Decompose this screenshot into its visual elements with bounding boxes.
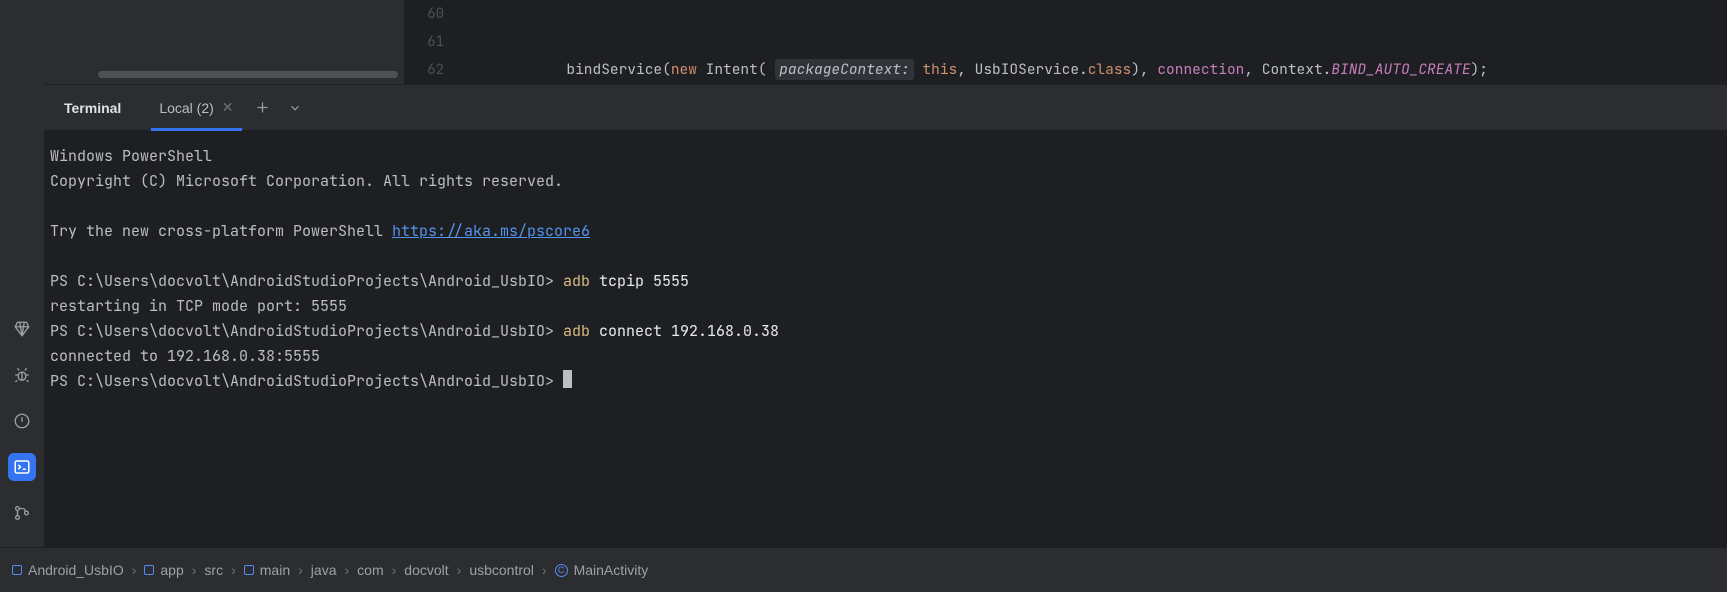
- chevron-right-icon: ›: [392, 562, 397, 578]
- code-editor[interactable]: bindService(new Intent( packageContext: …: [462, 0, 1727, 84]
- terminal-icon[interactable]: [8, 453, 36, 481]
- breadcrumb-item[interactable]: src: [204, 562, 223, 578]
- sessions-dropdown-button[interactable]: [282, 95, 308, 121]
- terminal-panel: Terminal Local (2) ✕ Windows PowerShell …: [44, 84, 1727, 547]
- terminal-output[interactable]: Windows PowerShell Copyright (C) Microso…: [44, 130, 1727, 547]
- term-line: PS C:\Users\docvolt\AndroidStudioProject…: [50, 319, 1727, 344]
- panel-tabbar: Terminal Local (2) ✕: [44, 84, 1727, 130]
- horizontal-scrollbar[interactable]: [98, 71, 398, 78]
- pscore-link[interactable]: https://aka.ms/pscore6: [392, 221, 590, 241]
- breadcrumb-item[interactable]: Android_UsbIO: [12, 562, 124, 578]
- chevron-right-icon: ›: [344, 562, 349, 578]
- bug-icon[interactable]: [8, 361, 36, 389]
- problems-icon[interactable]: [8, 407, 36, 435]
- chevron-right-icon: ›: [542, 562, 547, 578]
- project-tool-window[interactable]: [44, 0, 404, 84]
- chevron-right-icon: ›: [132, 562, 137, 578]
- line-number: 61: [404, 28, 462, 56]
- terminal-session-tab[interactable]: Local (2) ✕: [149, 85, 243, 131]
- module-icon: [244, 565, 254, 575]
- term-line: Windows PowerShell: [50, 144, 1727, 169]
- tab-label: Local (2): [159, 100, 213, 116]
- chevron-right-icon: ›: [231, 562, 236, 578]
- breadcrumb-item[interactable]: docvolt: [404, 562, 448, 578]
- chevron-right-icon: ›: [457, 562, 462, 578]
- breadcrumb-item[interactable]: java: [311, 562, 337, 578]
- module-icon: [12, 565, 22, 575]
- editor-area: 60 61 62 63 bindService(new Intent( pack…: [44, 0, 1727, 84]
- ruby-icon[interactable]: [8, 315, 36, 343]
- term-line: PS C:\Users\docvolt\AndroidStudioProject…: [50, 269, 1727, 294]
- breadcrumb-item[interactable]: app: [144, 562, 183, 578]
- line-number: 60: [404, 0, 462, 28]
- breadcrumb-item[interactable]: CMainActivity: [555, 562, 649, 578]
- chevron-right-icon: ›: [298, 562, 303, 578]
- term-line: restarting in TCP mode port: 5555: [50, 294, 1727, 319]
- chevron-right-icon: ›: [192, 562, 197, 578]
- term-line: connected to 192.168.0.38:5555: [50, 344, 1727, 369]
- term-line: Try the new cross-platform PowerShell ht…: [50, 219, 1727, 244]
- new-session-button[interactable]: [250, 95, 276, 121]
- breadcrumb-item[interactable]: usbcontrol: [469, 562, 534, 578]
- editor-gutter: 60 61 62 63: [404, 0, 462, 84]
- term-line: PS C:\Users\docvolt\AndroidStudioProject…: [50, 369, 1727, 394]
- close-icon[interactable]: ✕: [222, 99, 234, 116]
- breadcrumb-bar: Android_UsbIO › app › src › main › java …: [0, 547, 1727, 592]
- module-icon: [144, 565, 154, 575]
- breadcrumb-item[interactable]: com: [357, 562, 383, 578]
- line-number: 62: [404, 56, 462, 84]
- left-tool-rail: [0, 0, 44, 547]
- cursor: [563, 370, 572, 388]
- class-icon: C: [555, 564, 568, 577]
- vcs-icon[interactable]: [8, 499, 36, 527]
- breadcrumb-item[interactable]: main: [244, 562, 290, 578]
- term-line: Copyright (C) Microsoft Corporation. All…: [50, 169, 1727, 194]
- toolwindow-title[interactable]: Terminal: [58, 100, 127, 116]
